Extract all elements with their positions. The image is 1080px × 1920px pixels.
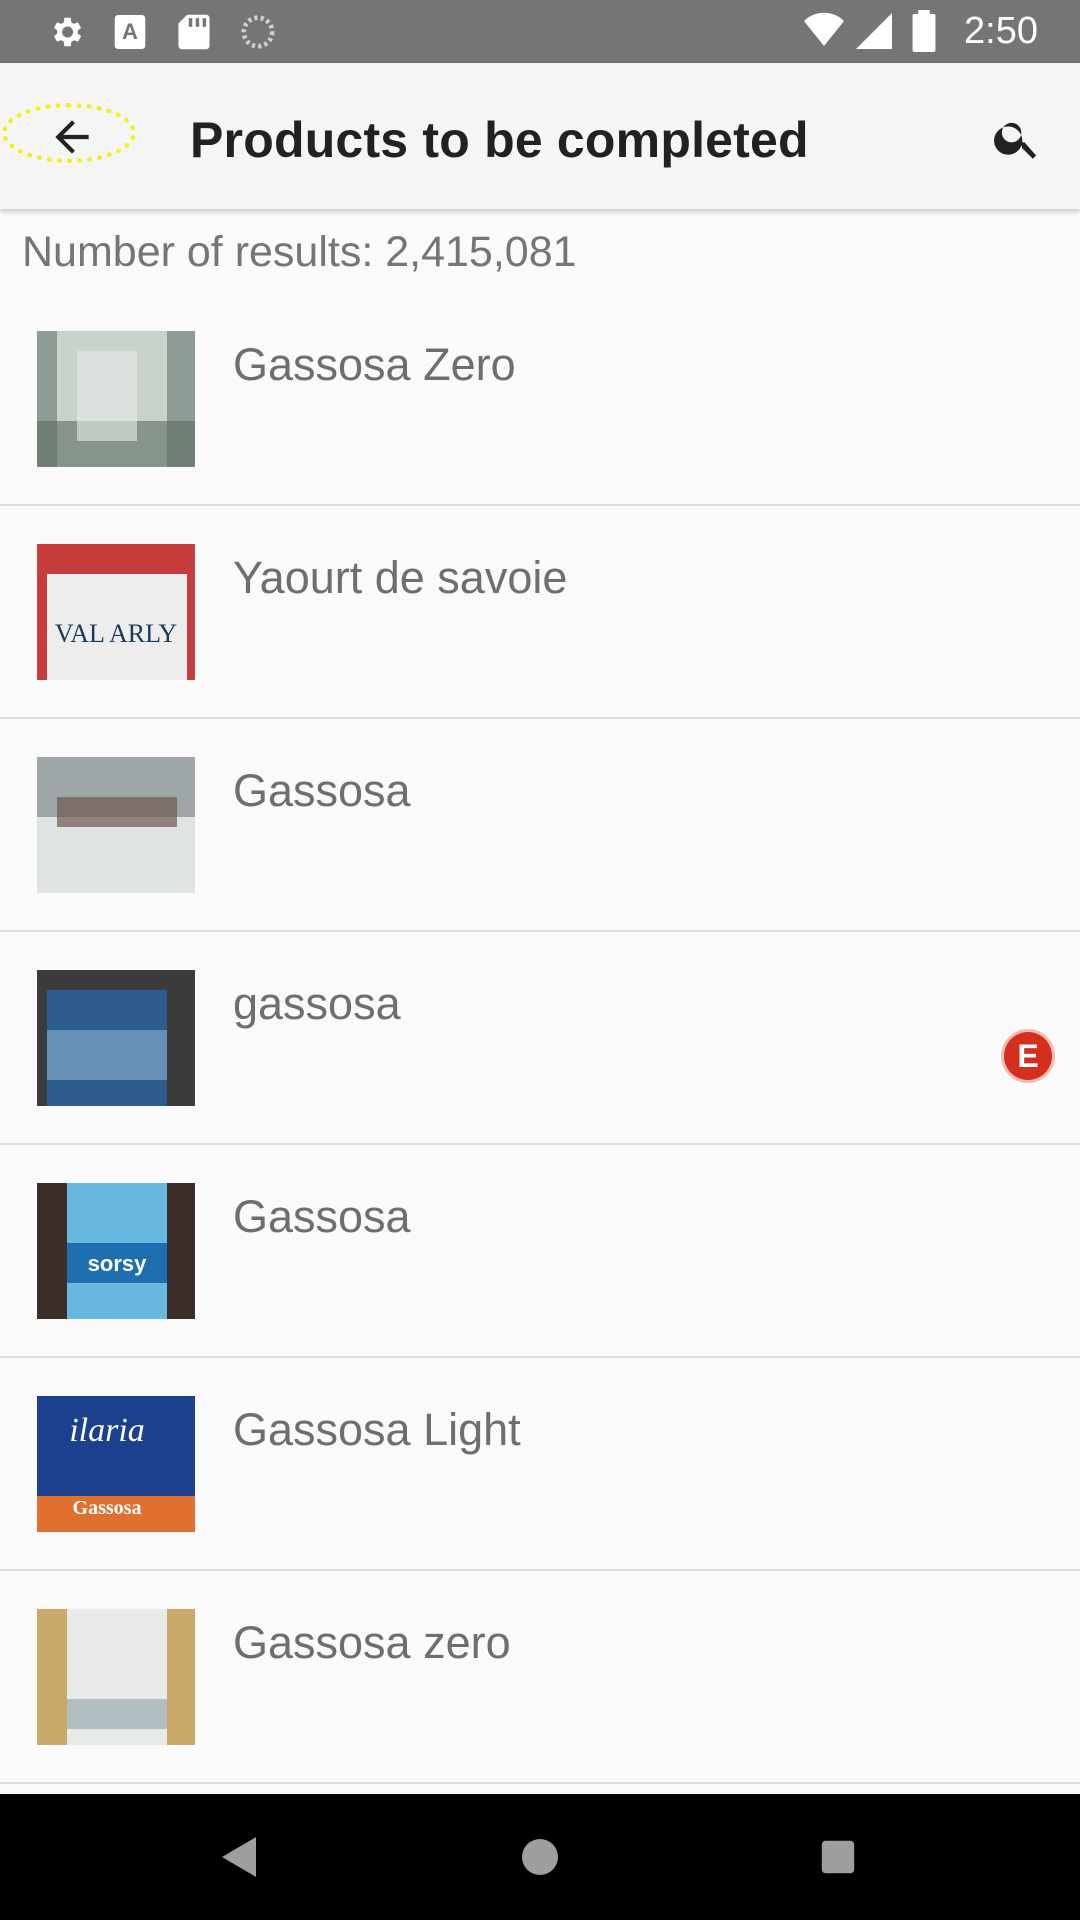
status-bar: A 2:50 bbox=[0, 0, 1080, 63]
product-thumbnail bbox=[37, 970, 195, 1106]
product-name: Yaourt de savoie bbox=[233, 552, 568, 603]
search-icon bbox=[994, 122, 1037, 159]
product-name: gassosa bbox=[233, 978, 401, 1029]
product-name: Gassosa zero bbox=[233, 1617, 511, 1668]
nav-back-button[interactable] bbox=[207, 1822, 277, 1892]
nav-back-icon bbox=[222, 1837, 256, 1877]
product-thumbnail bbox=[37, 1609, 195, 1745]
status-time: 2:50 bbox=[964, 9, 1038, 52]
wifi-icon bbox=[804, 11, 845, 51]
app-bar: Products to be completed bbox=[0, 63, 1080, 209]
list-item[interactable]: sorsy Gassosa bbox=[0, 1145, 1080, 1358]
battery-icon bbox=[904, 10, 944, 52]
nav-recents-icon bbox=[821, 1840, 855, 1874]
page-title: Products to be completed bbox=[190, 112, 809, 168]
list-item[interactable]: ilaria Gassosa Gassosa Light bbox=[0, 1358, 1080, 1571]
sync-icon bbox=[238, 12, 278, 52]
ecoscore-badge: E bbox=[1004, 1032, 1052, 1080]
svg-text:Gassosa: Gassosa bbox=[73, 1497, 142, 1519]
settings-icon bbox=[46, 12, 86, 52]
product-list: Gassosa Zero VAL ARLY Yaourt de savoie G… bbox=[0, 293, 1080, 1784]
svg-text:VAL ARLY: VAL ARLY bbox=[55, 619, 178, 648]
list-item[interactable]: Gassosa bbox=[0, 719, 1080, 932]
sd-card-icon bbox=[174, 12, 214, 52]
product-thumbnail bbox=[37, 331, 195, 467]
product-name: Gassosa Zero bbox=[233, 339, 516, 390]
product-thumbnail: VAL ARLY bbox=[37, 544, 195, 680]
focus-highlight bbox=[2, 103, 136, 163]
nav-bar bbox=[0, 1794, 1080, 1920]
svg-text:A: A bbox=[122, 19, 138, 44]
product-thumbnail: sorsy bbox=[37, 1183, 195, 1319]
nav-home-icon bbox=[522, 1839, 558, 1875]
product-name: Gassosa bbox=[233, 1191, 411, 1242]
product-name: Gassosa Light bbox=[233, 1404, 521, 1455]
search-button[interactable] bbox=[982, 103, 1052, 173]
list-item[interactable]: Gassosa zero bbox=[0, 1571, 1080, 1784]
back-button[interactable] bbox=[2, 103, 142, 171]
signal-icon bbox=[854, 11, 894, 51]
svg-text:sorsy: sorsy bbox=[88, 1251, 147, 1276]
keyboard-a-icon: A bbox=[110, 12, 150, 52]
list-item[interactable]: gassosa E bbox=[0, 932, 1080, 1145]
nav-recents-button[interactable] bbox=[803, 1822, 873, 1892]
product-thumbnail: ilaria Gassosa bbox=[37, 1396, 195, 1532]
list-item[interactable]: Gassosa Zero bbox=[0, 293, 1080, 506]
results-count: Number of results: 2,415,081 bbox=[22, 228, 577, 276]
product-name: Gassosa bbox=[233, 765, 411, 816]
product-thumbnail bbox=[37, 757, 195, 893]
nav-home-button[interactable] bbox=[505, 1822, 575, 1892]
list-item[interactable]: VAL ARLY Yaourt de savoie bbox=[0, 506, 1080, 719]
svg-text:ilaria: ilaria bbox=[69, 1412, 145, 1449]
